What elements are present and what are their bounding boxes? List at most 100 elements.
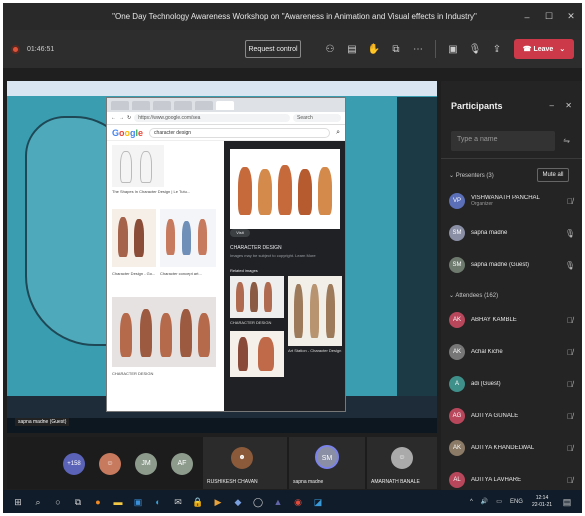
presenter-label: sapna madne (Guest) bbox=[15, 418, 70, 426]
edge-icon[interactable]: ◐ bbox=[149, 495, 167, 509]
share-invite-icon[interactable]: ⇋ bbox=[563, 136, 570, 145]
video-tile[interactable]: ☻ RUSHIKESH CHAVAN bbox=[203, 437, 287, 489]
title-bar: "One Day Technology Awareness Workshop o… bbox=[3, 3, 582, 30]
close-panel-icon[interactable]: ✕ bbox=[565, 101, 572, 110]
image-result bbox=[112, 209, 156, 267]
mic-muted-icon: 🎙̸ bbox=[567, 411, 573, 421]
related-caption: Art Station - Character Design bbox=[288, 348, 342, 353]
tray-arrow-icon[interactable]: ^ bbox=[470, 499, 473, 505]
request-control-button[interactable]: Request control bbox=[245, 40, 301, 58]
mic-off-icon[interactable]: 🎙 bbox=[464, 44, 486, 55]
raise-hand-icon[interactable]: ✋ bbox=[363, 44, 385, 55]
image-result bbox=[160, 209, 216, 267]
teams-icon[interactable]: ▲ bbox=[269, 495, 287, 509]
language-indicator[interactable]: ENG bbox=[510, 499, 523, 505]
participant-row[interactable]: AK ABHAY KAMBLE 🎙̸ bbox=[449, 308, 577, 332]
participant-name: sapna madne (Guest) bbox=[471, 262, 530, 268]
participant-row[interactable]: AK Achal Kiche 🎙̸ bbox=[449, 340, 577, 364]
browser-tab bbox=[153, 100, 171, 110]
participant-row[interactable]: AG ADITYA GUNALE 🎙̸ bbox=[449, 404, 577, 428]
teams-window: "One Day Technology Awareness Workshop o… bbox=[3, 3, 582, 513]
network-icon[interactable]: ▭ bbox=[496, 498, 502, 505]
chevron-down-icon[interactable]: ⌄ bbox=[559, 45, 565, 53]
minimize-panel-icon[interactable]: – bbox=[550, 101, 554, 110]
participant-gallery: +158 ☺ JM AF ☻ RUSHIKESH CHAVAN SM sapna… bbox=[7, 437, 437, 489]
avatar[interactable]: JM bbox=[135, 453, 157, 475]
participant-row[interactable]: SM sapna madne 🎙 bbox=[449, 221, 577, 245]
clock[interactable]: 12:14 22-01-21 bbox=[532, 495, 552, 509]
start-icon[interactable]: ⊞ bbox=[9, 495, 27, 509]
avatar[interactable]: AF bbox=[171, 453, 193, 475]
avatar: ☺ bbox=[391, 447, 413, 469]
notification-icon[interactable]: ▤ bbox=[558, 495, 576, 509]
mute-all-button[interactable]: Mute all bbox=[537, 168, 569, 182]
photos-icon[interactable]: ◪ bbox=[309, 495, 327, 509]
remote-taskbar bbox=[7, 418, 437, 433]
mic-muted-icon: 🎙̸ bbox=[567, 196, 573, 206]
participant-name: Achal Kiche bbox=[471, 349, 503, 355]
close-button[interactable]: ✕ bbox=[560, 11, 582, 22]
mic-muted-icon: 🎙̸ bbox=[567, 475, 573, 485]
participants-panel: Participants – ✕ Type a name ⇋ ⌄ Present… bbox=[441, 81, 582, 513]
app-icon[interactable]: ◆ bbox=[229, 495, 247, 509]
task-view-icon[interactable]: ⧉ bbox=[69, 495, 87, 509]
toolbar-divider bbox=[435, 40, 436, 58]
image-result bbox=[112, 297, 216, 367]
mic-active-icon: 🎙 bbox=[564, 260, 576, 270]
more-actions-icon[interactable]: ⋯ bbox=[407, 44, 429, 55]
related-images-label: Related images bbox=[230, 268, 258, 273]
presenters-section-label[interactable]: ⌄ Presenters (3) bbox=[449, 172, 494, 179]
leave-button[interactable]: ☎ Leave ⌄ bbox=[514, 39, 574, 59]
firefox-icon[interactable]: ● bbox=[89, 495, 107, 509]
avatar: AG bbox=[449, 408, 465, 424]
participant-row[interactable]: AK ADITYA KHANDELWAL 🎙̸ bbox=[449, 436, 577, 460]
cortana-icon[interactable]: ○ bbox=[49, 495, 67, 509]
volume-icon[interactable]: 🔊 bbox=[481, 498, 488, 505]
mic-muted-icon: 🎙̸ bbox=[567, 379, 573, 389]
avatar[interactable]: ☺ bbox=[99, 453, 121, 475]
chrome-icon[interactable]: ◉ bbox=[289, 495, 307, 509]
browser-url: https://www.google.com/sea bbox=[134, 114, 290, 122]
minimize-button[interactable]: – bbox=[516, 12, 538, 22]
participant-row[interactable]: AL ADITYA LAVHARE 🎙̸ bbox=[449, 468, 577, 492]
maximize-button[interactable]: ☐ bbox=[538, 11, 560, 22]
overflow-count-badge[interactable]: +158 bbox=[63, 453, 85, 475]
panel-divider bbox=[441, 158, 582, 159]
lock-icon[interactable]: 🔒 bbox=[189, 495, 207, 509]
participant-search-input[interactable]: Type a name bbox=[451, 131, 555, 151]
shared-browser-window: ← → ↻ https://www.google.com/sea Search … bbox=[106, 97, 346, 412]
browser-search-box: Search bbox=[293, 114, 341, 122]
participant-row[interactable]: VP VISHWANATH PANCHAL Organizer 🎙̸ bbox=[449, 189, 577, 213]
image-results-grid: The Shapes In Character Design | Le Tutu… bbox=[107, 141, 222, 411]
participant-row[interactable]: SM sapna madne (Guest) 🎙 bbox=[449, 253, 577, 277]
participant-row[interactable]: A adi (Guest) 🎙̸ bbox=[449, 372, 577, 396]
avatar: VP bbox=[449, 193, 465, 209]
media-player-icon[interactable]: ▶ bbox=[209, 495, 227, 509]
image-copyright-note: Images may be subject to copyright. Lear… bbox=[230, 253, 316, 258]
share-screen-icon[interactable]: ⇪ bbox=[486, 44, 508, 55]
meeting-timer: 01:46:51 bbox=[27, 45, 55, 53]
video-tile[interactable]: ☺ AMARNATH BANALE bbox=[367, 437, 437, 489]
participant-name: ABHAY KAMBLE bbox=[471, 317, 517, 323]
search-icon[interactable]: ⌕ bbox=[29, 495, 47, 509]
participant-name: ADITYA LAVHARE bbox=[471, 477, 522, 483]
circle-app-icon[interactable]: ◯ bbox=[249, 495, 267, 509]
related-image bbox=[288, 276, 342, 346]
participants-icon[interactable]: ⚇ bbox=[319, 44, 341, 55]
breakout-rooms-icon[interactable]: ⧉ bbox=[385, 44, 407, 55]
avatar: SM bbox=[449, 257, 465, 273]
file-explorer-icon[interactable]: ▬ bbox=[109, 495, 127, 509]
avatar: SM bbox=[315, 445, 339, 469]
image-detail-panel: Visit CHARACTER DESIGN Images may be sub… bbox=[224, 141, 345, 411]
leave-label: Leave bbox=[533, 45, 554, 53]
store-icon[interactable]: ▣ bbox=[129, 495, 147, 509]
participant-name: ADITYA GUNALE bbox=[471, 413, 519, 419]
window-title: "One Day Technology Awareness Workshop o… bbox=[112, 12, 477, 21]
avatar: AL bbox=[449, 472, 465, 488]
attendees-section-label[interactable]: ⌄ Attendees (162) bbox=[449, 292, 498, 299]
meeting-toolbar: 01:46:51 Request control ⚇ ▤ ✋ ⧉ ⋯ ▣ 🎙 ⇪… bbox=[3, 30, 582, 68]
camera-off-icon[interactable]: ▣ bbox=[442, 44, 464, 55]
video-tile-active-speaker[interactable]: SM sapna madne bbox=[289, 437, 365, 489]
chat-icon[interactable]: ▤ bbox=[341, 44, 363, 55]
mail-icon[interactable]: ✉ bbox=[169, 495, 187, 509]
